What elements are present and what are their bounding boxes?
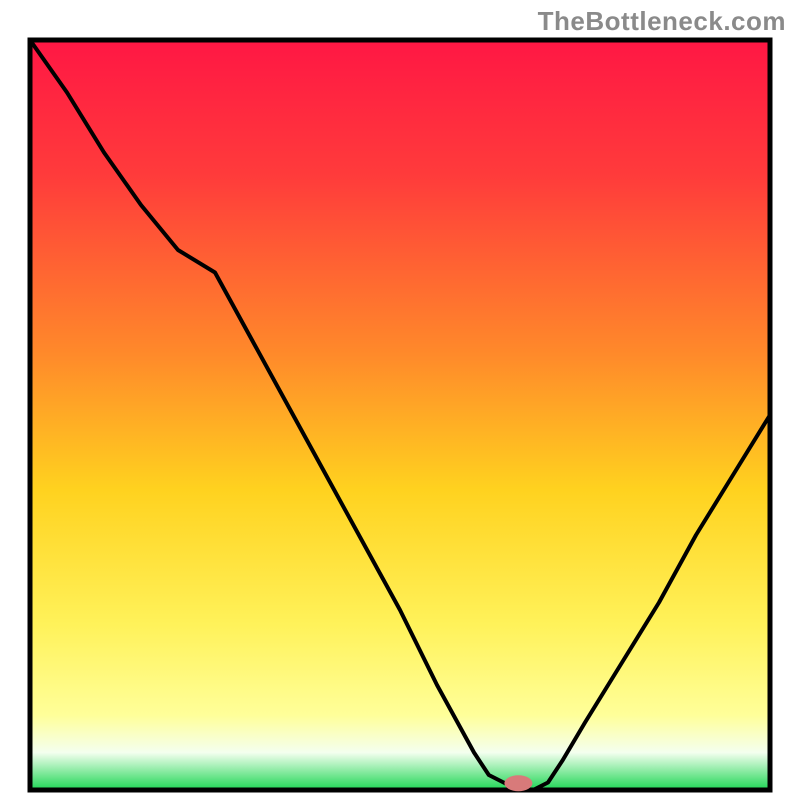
watermark-text: TheBottleneck.com <box>538 6 786 37</box>
gradient-background <box>30 40 770 790</box>
chart-canvas: { "watermark": "TheBottleneck.com", "col… <box>0 0 800 800</box>
current-marker <box>504 775 532 791</box>
bottleneck-chart <box>0 0 800 800</box>
